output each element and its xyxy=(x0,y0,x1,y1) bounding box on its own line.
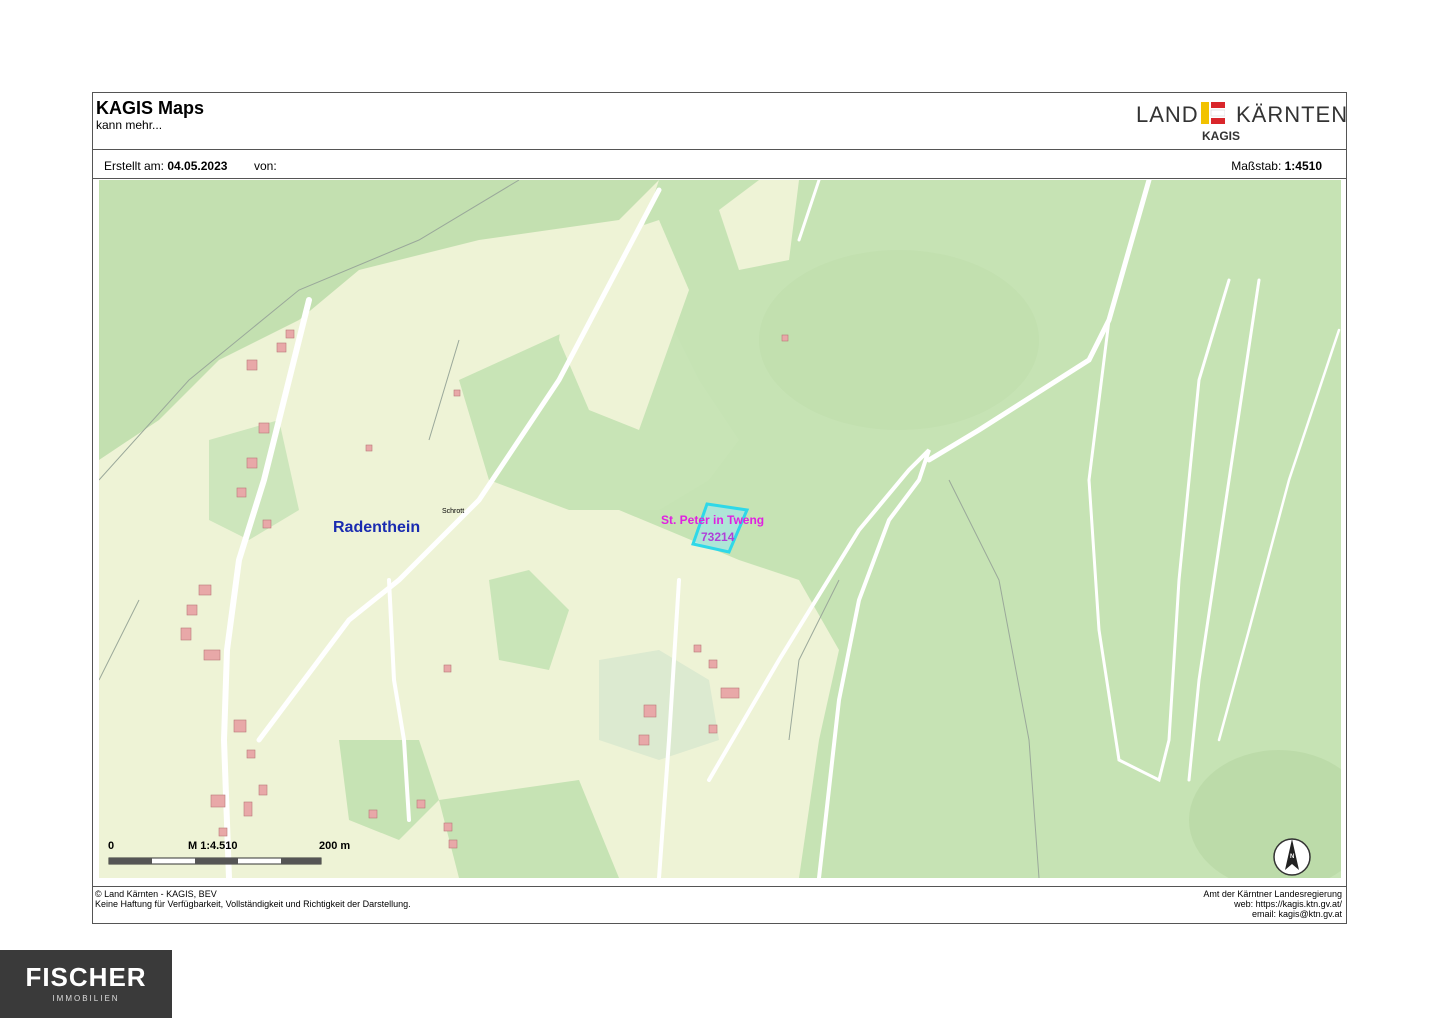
sheet-header: KAGIS Maps kann mehr... LAND KÄRNTEN KAG… xyxy=(93,93,1347,150)
created-label: Erstellt am: xyxy=(104,159,165,173)
by-label: von: xyxy=(254,159,277,173)
land-kaernten-logo: LAND KÄRNTEN KAGIS xyxy=(1124,99,1347,145)
parcel-name-label: St. Peter in Tweng xyxy=(661,513,765,527)
brand-sub: IMMOBILIEN xyxy=(52,994,120,1003)
map-view[interactable]: Radenthein St. Peter in Tweng 73214 Schr… xyxy=(99,180,1341,878)
scalebar-ratio: M 1:4.510 xyxy=(188,840,238,852)
map-canvas xyxy=(99,180,1341,878)
app-subtitle: kann mehr... xyxy=(96,118,163,132)
scale-label: Maßstab: xyxy=(1231,159,1282,173)
scalebar-zero: 0 xyxy=(108,840,115,852)
info-bar: Erstellt am: 04.05.2023 von: Maßstab: 1:… xyxy=(93,150,1346,179)
created-date: 04.05.2023 xyxy=(167,159,228,173)
scalebar-graphic xyxy=(108,857,322,865)
footer-copyright: © Land Kärnten - KAGIS, BEV xyxy=(95,889,217,899)
logo-kaernten-text: KÄRNTEN xyxy=(1236,102,1349,127)
footer-office: Amt der Kärntner Landesregierung xyxy=(1203,889,1342,899)
scalebar-distance: 200 m xyxy=(319,840,351,852)
scale-info: Maßstab: 1:4510 xyxy=(1231,159,1322,173)
road-label-schrott: Schrott xyxy=(442,508,465,515)
created-info: Erstellt am: 04.05.2023 xyxy=(104,159,227,173)
footer-right: Amt der Kärntner Landesregierung web: ht… xyxy=(1203,889,1342,919)
scale-value: 1:4510 xyxy=(1284,159,1322,173)
north-label: N xyxy=(1290,854,1295,860)
logo-kagis-text: KAGIS xyxy=(1202,129,1241,143)
fischer-immobilien-logo: FISCHER IMMOBILIEN xyxy=(0,950,172,1018)
footer-disclaimer: Keine Haftung für Verfügbarkeit, Vollstä… xyxy=(95,899,411,909)
footer-web[interactable]: web: https://kagis.ktn.gv.at/ xyxy=(1203,899,1342,909)
logo-land-text: LAND xyxy=(1136,102,1199,127)
footer-email[interactable]: email: kagis@ktn.gv.at xyxy=(1203,909,1342,919)
map-sheet: KAGIS Maps kann mehr... LAND KÄRNTEN KAG… xyxy=(92,92,1347,924)
app-title: KAGIS Maps xyxy=(96,98,205,118)
footer-left: © Land Kärnten - KAGIS, BEV Keine Haftun… xyxy=(95,889,411,909)
sheet-footer: © Land Kärnten - KAGIS, BEV Keine Haftun… xyxy=(93,886,1346,924)
brand-name: FISCHER xyxy=(25,962,147,992)
coat-of-arms-icon xyxy=(1201,102,1225,124)
place-label-radenthein: Radenthein xyxy=(333,519,421,536)
parcel-id-label: 73214 xyxy=(701,530,735,544)
